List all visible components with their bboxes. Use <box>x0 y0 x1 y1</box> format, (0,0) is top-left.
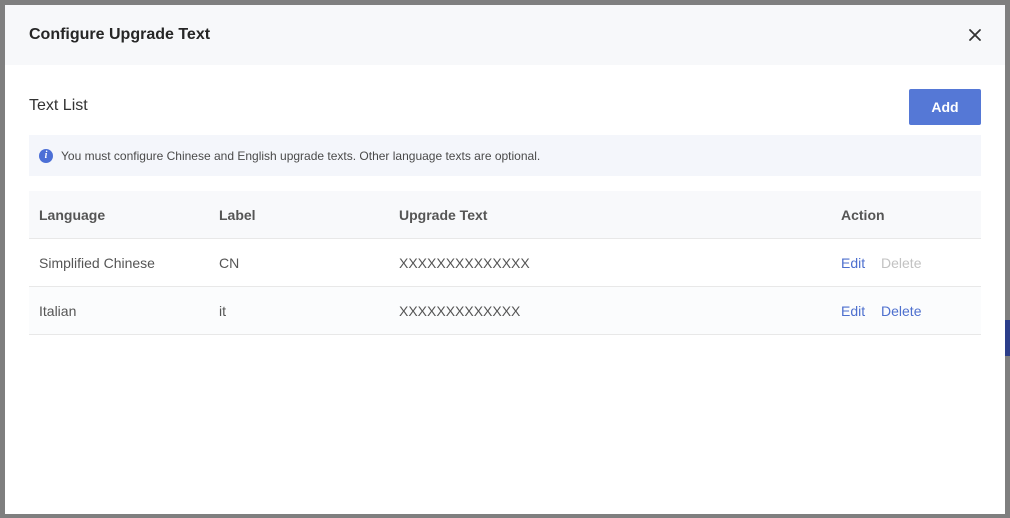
info-notice: i You must configure Chinese and English… <box>29 135 981 176</box>
column-header-upgrade-text: Upgrade Text <box>389 191 831 239</box>
notice-text: You must configure Chinese and English u… <box>61 148 541 163</box>
table-header-row: Language Label Upgrade Text Action <box>29 191 981 239</box>
cell-label: it <box>209 286 389 335</box>
add-button[interactable]: Add <box>909 89 981 125</box>
cell-action: Edit Delete <box>831 238 981 287</box>
column-header-action: Action <box>831 191 981 239</box>
close-icon <box>969 29 981 41</box>
upgrade-text-table: Language Label Upgrade Text Action Simpl… <box>29 191 981 335</box>
cell-action: Edit Delete <box>831 286 981 335</box>
cell-language: Simplified Chinese <box>29 238 209 287</box>
cell-upgrade-text: XXXXXXXXXXXXXX <box>389 238 831 287</box>
edit-link[interactable]: Edit <box>841 255 865 271</box>
delete-link-disabled: Delete <box>881 254 922 271</box>
table-row: Simplified Chinese CN XXXXXXXXXXXXXX Edi… <box>29 238 981 287</box>
cell-upgrade-text: XXXXXXXXXXXXX <box>389 286 831 335</box>
table-row: Italian it XXXXXXXXXXXXX Edit Delete <box>29 286 981 335</box>
section-title: Text List <box>29 97 88 114</box>
delete-link[interactable]: Delete <box>881 303 921 319</box>
dialog-title: Configure Upgrade Text <box>29 26 211 43</box>
column-header-label: Label <box>209 191 389 239</box>
configure-upgrade-text-dialog: Configure Upgrade Text Text List Add i Y… <box>5 5 1005 514</box>
info-icon: i <box>39 148 53 163</box>
dialog-header: Configure Upgrade Text <box>5 5 1005 65</box>
column-header-language: Language <box>29 191 209 239</box>
edit-link[interactable]: Edit <box>841 303 865 319</box>
cell-language: Italian <box>29 286 209 335</box>
cell-label: CN <box>209 238 389 287</box>
close-button[interactable] <box>963 23 987 47</box>
